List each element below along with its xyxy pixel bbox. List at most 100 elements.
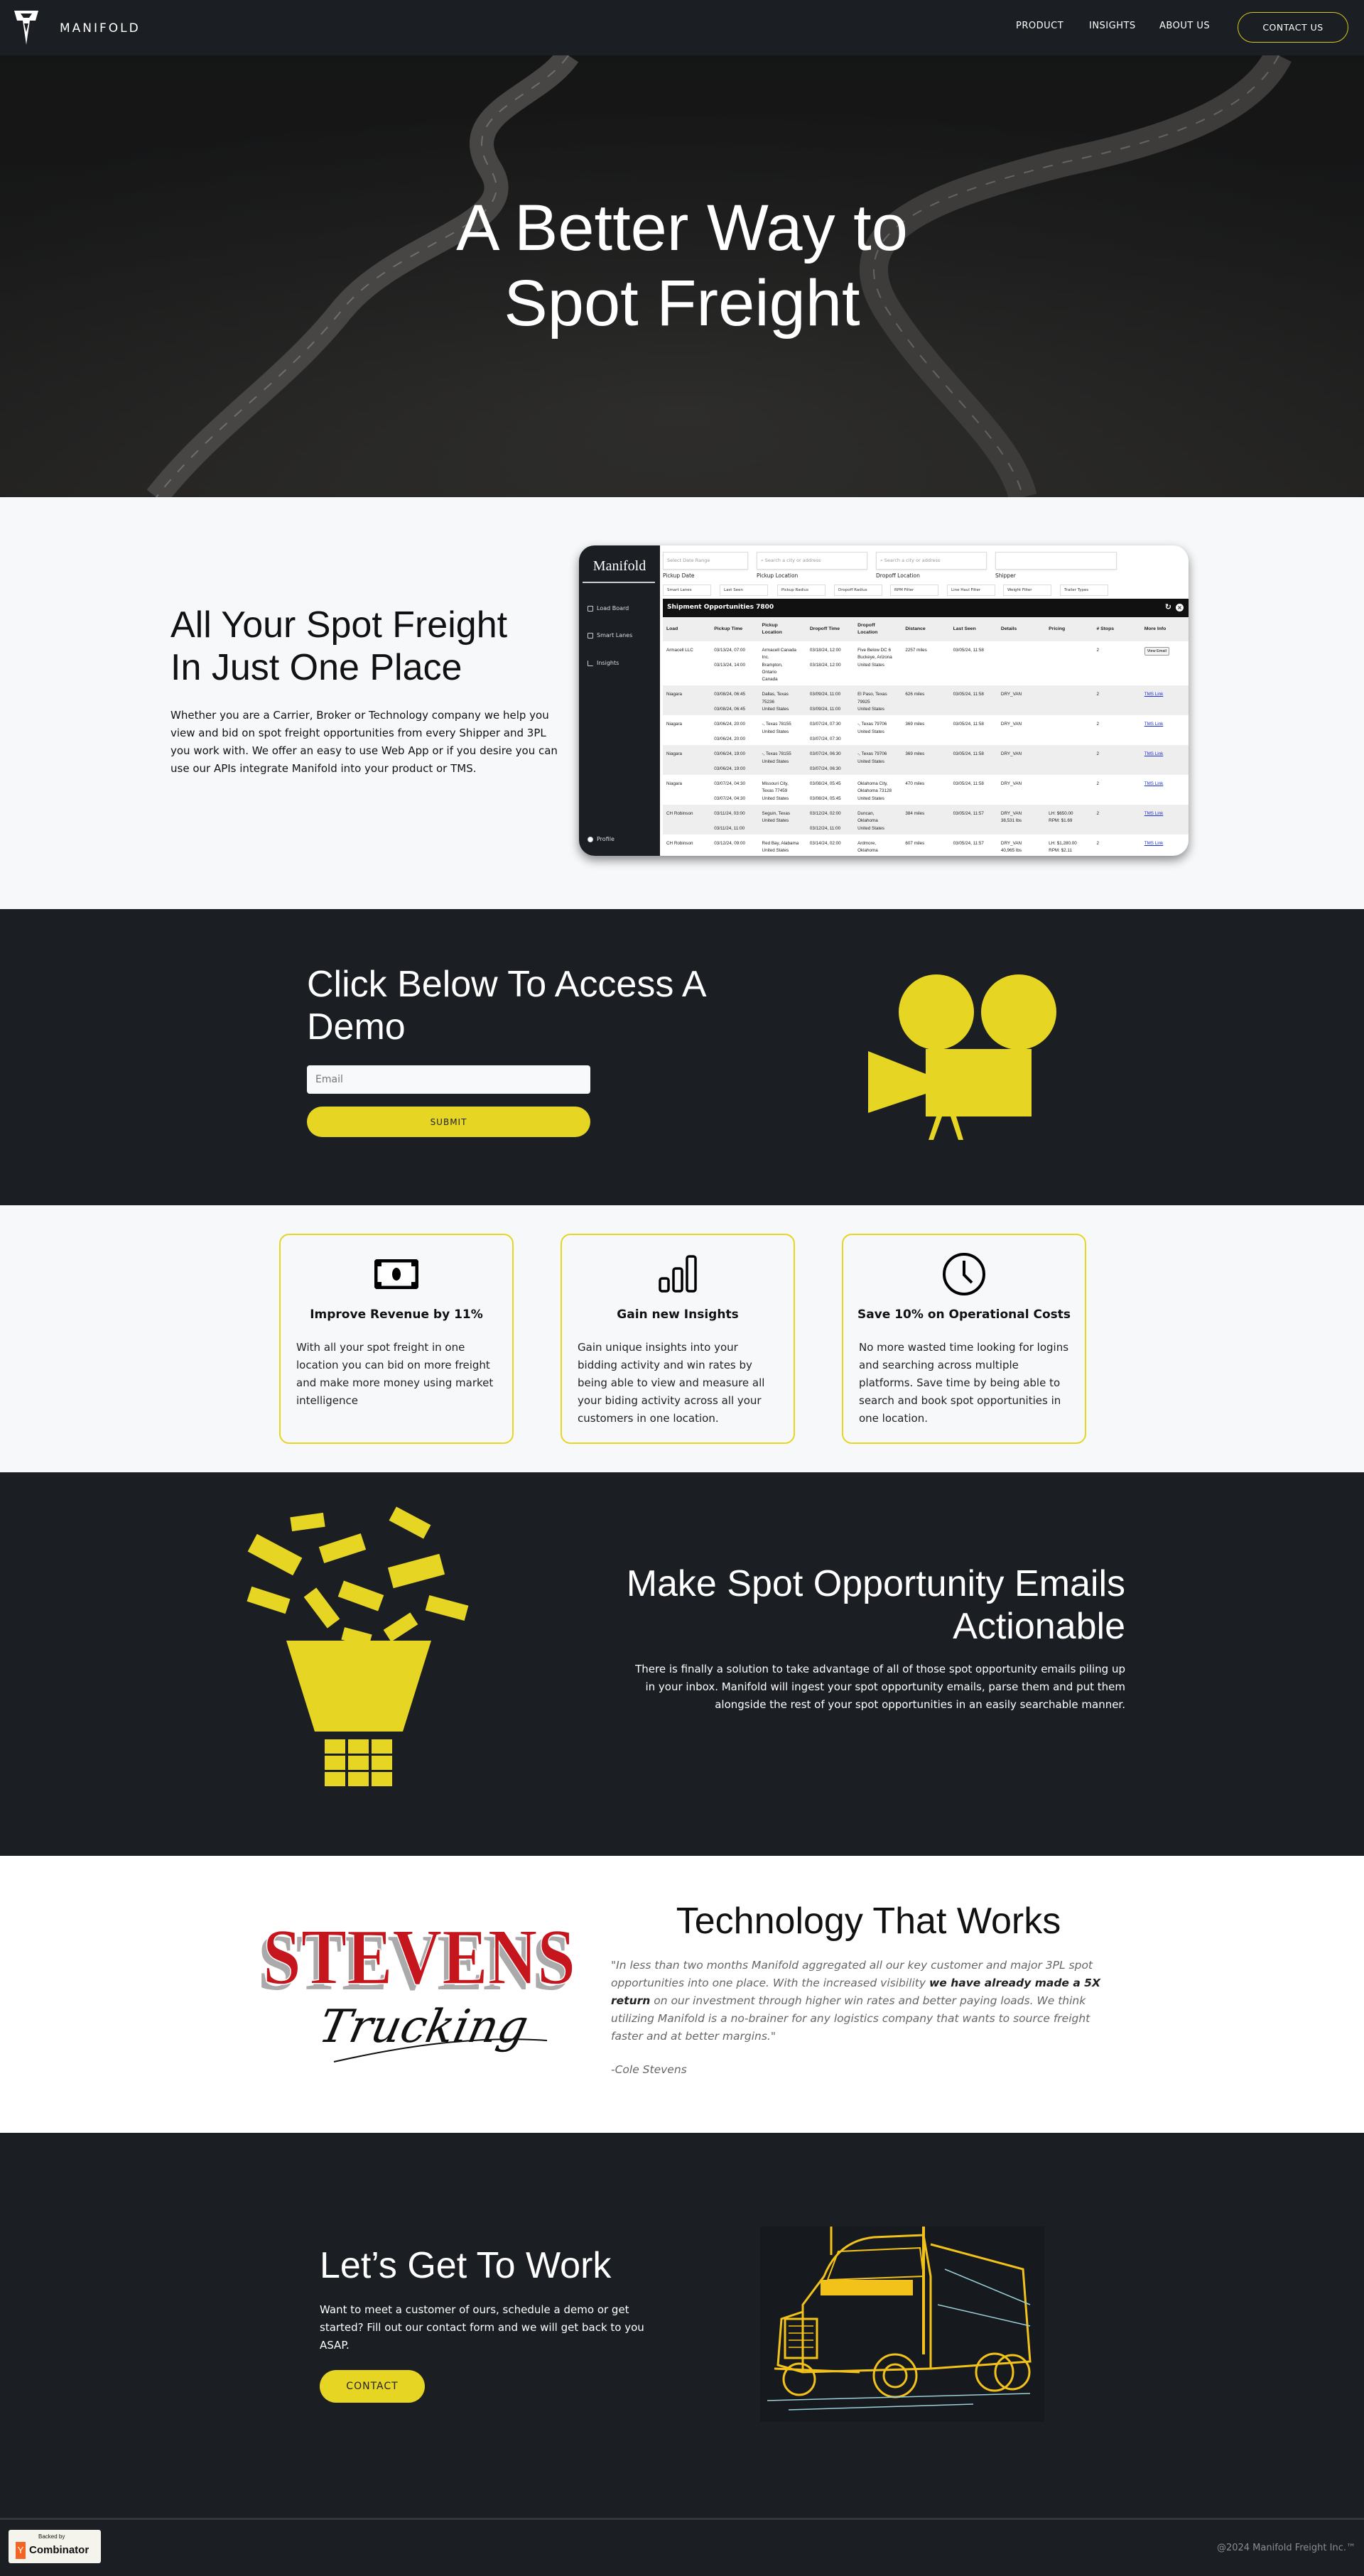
table-cell: 03/07/24, 04:30 03/07/24, 04:30 [714, 781, 746, 801]
table-cell [1045, 685, 1093, 715]
table-cell: View Email [1141, 641, 1189, 685]
nav-insights[interactable]: INSIGHTS [1089, 21, 1136, 31]
table-cell: CH Robinson [666, 840, 693, 846]
column-header: Last Seen [953, 626, 976, 631]
badge-name: Combinator [29, 2544, 90, 2556]
filter-label: Pickup Location [757, 572, 799, 579]
table-row: CH Robinson 03/11/24, 03:00 03/11/24, 11:… [663, 805, 1189, 835]
feature-body: No more wasted time looking for logins a… [859, 1341, 1069, 1425]
overview-title: All Your Spot Freight In Just One Place [170, 604, 508, 688]
table-cell: 2 [1096, 811, 1099, 817]
yc-badge[interactable]: Backed by Y Combinator [9, 2530, 101, 2563]
table-cell [1045, 745, 1093, 775]
table-cell: DRY_VAN [1000, 722, 1022, 727]
table-cell: Red Bay, Alabama United States [762, 840, 799, 854]
table-cell: 03/05/24, 11:58 [953, 781, 984, 787]
table-cell: 03/11/24, 03:00 03/11/24, 11:00 [714, 811, 745, 831]
brand-logo-link[interactable]: MANIFOLD [13, 10, 162, 45]
hero-title: A Better Way to Spot Freight [0, 190, 1364, 341]
table-cell: Niagara [666, 781, 683, 787]
filter-label: Dropoff Location [876, 572, 920, 579]
table-cell: 03/05/24, 11:57 [953, 840, 984, 846]
table-cell: TMS Link [1141, 775, 1189, 805]
table-row: Niagara 03/07/24, 04:30 03/07/24, 04:30 Mi… [663, 775, 1189, 805]
nav-product[interactable]: PRODUCT [1016, 21, 1063, 31]
table-cell: 2257 miles [905, 648, 927, 653]
filter-chip: RPM Filter [890, 585, 938, 596]
demo-title: Click Below To Access A Demo [307, 964, 705, 1048]
app-nav-load-board: Load Board [588, 605, 629, 612]
table-cell: 03/12/24, 09:00 03/12/24, 09:00 [714, 840, 746, 856]
table-cell: TMS Link [1141, 835, 1189, 856]
table-cell: 626 miles [905, 692, 925, 697]
table-cell: El Paso, Texas 79925 United States [857, 692, 887, 712]
table-cell [997, 641, 1045, 685]
table-cell: TMS Link [1141, 685, 1189, 715]
column-header: Pricing [1049, 626, 1066, 631]
table-cell: 03/05/24, 11:58 [953, 692, 984, 697]
demo-section [0, 909, 1364, 1205]
table-cell: TMS Link [1141, 715, 1189, 745]
hero-title-line-1: A Better Way to [456, 192, 908, 264]
table-cell: LH: $1,280.00 RPM: $2.11 [1049, 840, 1077, 854]
app-screenshot: Manifold Load Board Smart Lanes Insights… [579, 545, 1189, 856]
clock-icon [943, 1253, 985, 1295]
table-cell: Duncan, Oklahoma United States [857, 811, 884, 831]
calendar-icon [588, 605, 593, 612]
hero-section: A Better Way to Spot Freight [0, 55, 1364, 497]
table-title-bar: Shipment Opportunities 7800 ↻ × [663, 599, 1189, 617]
app-nav-smart-lanes: Smart Lanes [588, 632, 632, 638]
table-cell: 03/05/24, 11:58 [953, 722, 984, 727]
bar-chart-icon [659, 1255, 697, 1293]
overview-body: Whether you are a Carrier, Broker or Tec… [170, 709, 558, 775]
filter-pickup-location: ⌕ Search a city or address [757, 552, 867, 570]
table-cell: 2 [1096, 722, 1099, 727]
table-cell: 369 miles [905, 751, 925, 757]
table-cell: DRY_VAN 40,965 lbs [1000, 840, 1022, 854]
nav-about-us[interactable]: ABOUT US [1159, 21, 1210, 31]
column-header: Details [1000, 626, 1017, 631]
table-cell: DRY_VAN [1000, 781, 1022, 787]
feature-card-insights: Gain new Insights Gain unique insights i… [561, 1234, 795, 1444]
table-cell: 03/12/24, 02:00 03/12/24, 11:00 [809, 811, 841, 831]
table-cell: Armacell Canada Inc. Brampton, Ontario C… [762, 648, 796, 683]
feature-card-revenue: Improve Revenue by 11% With all your spo… [279, 1234, 514, 1444]
table-cell: Dallas, Texas 75236 United States [762, 692, 789, 712]
tms-link: TMS Link [1144, 840, 1164, 846]
contact-us-button[interactable]: CONTACT US [1238, 12, 1348, 43]
table-cell: Niagara [666, 722, 683, 727]
app-logo: Manifold [592, 558, 646, 574]
table-cell: 03/07/24, 06:30 03/07/24, 06:30 [809, 751, 841, 771]
filter-date-range: Select Date Range [663, 552, 748, 570]
copyright: @2024 Manifold Freight Inc.™ [1216, 2543, 1355, 2553]
table-row: Armacell LLC 03/13/24, 07:00 03/13/24, 14… [663, 641, 1189, 685]
table-cell: 03/14/24, 02:00 03/14/24, 02:00 [809, 840, 841, 856]
feature-body: Gain unique insights into your bidding a… [578, 1341, 765, 1425]
brand-name: MANIFOLD [60, 21, 141, 36]
email-input[interactable] [307, 1065, 590, 1094]
table-cell: Niagara [666, 692, 683, 697]
filter-shipper [995, 552, 1117, 570]
app-nav-profile: Profile [588, 836, 615, 842]
table-cell: DRY_VAN 38,531 lbs [1000, 811, 1022, 824]
feature-card-costs: Save 10% on Operational Costs No more wa… [842, 1234, 1086, 1444]
tms-link: TMS Link [1144, 781, 1164, 787]
table-cell: 03/05/24, 11:58 [953, 648, 984, 653]
filter-chip: Pickup Radius [777, 585, 826, 596]
tms-link: TMS Link [1144, 692, 1164, 697]
table-cell: 03/08/24, 05:45 03/08/24, 05:45 [809, 781, 841, 801]
tms-link: TMS Link [1144, 811, 1164, 817]
emails-body: There is finally a solution to take adva… [635, 1663, 1125, 1711]
money-bill-icon [374, 1259, 418, 1289]
table-cell: Seguin, Texas United States [762, 811, 790, 824]
submit-button[interactable]: SUBMIT [307, 1107, 590, 1137]
table-cell: 03/09/24, 11:00 03/09/24, 11:00 [809, 692, 841, 712]
column-header: Pickup Time [714, 626, 743, 631]
movie-camera-icon [868, 974, 1056, 1140]
table-cell: 03/05/24, 11:57 [953, 811, 984, 817]
cta-body: Want to meet a customer of ours, schedul… [320, 2303, 644, 2352]
emails-title: Make Spot Opportunity Emails Actionable [626, 1563, 1125, 1647]
shipments-table: Load Pickup Time Pickup Location Dropoff Ti… [663, 617, 1189, 856]
contact-button[interactable]: CONTACT [320, 2370, 425, 2403]
table-cell: 384 miles [905, 811, 925, 817]
